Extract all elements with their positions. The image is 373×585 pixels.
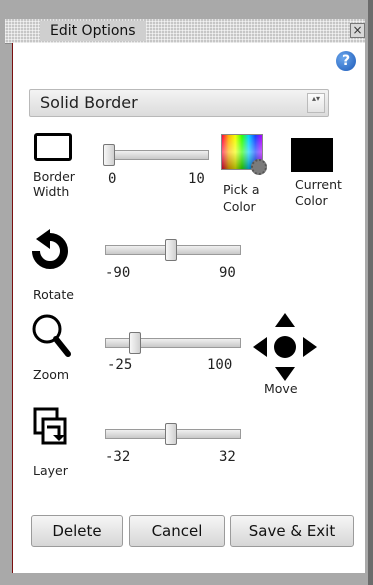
border-width-icon [34, 133, 72, 161]
pick-color-label-1: Pick a [223, 182, 260, 197]
delete-button[interactable]: Delete [31, 515, 123, 547]
layer-max: 32 [219, 449, 236, 465]
gear-icon [251, 159, 267, 175]
border-width-min: 0 [108, 171, 117, 187]
border-width-max: 10 [188, 171, 205, 187]
border-width-label-2: Width [33, 184, 70, 199]
dialog-title: Edit Options [40, 21, 146, 41]
layer-slider-thumb[interactable] [165, 423, 177, 445]
rotate-icon[interactable] [32, 229, 68, 271]
layer-label: Layer [33, 463, 68, 478]
rotate-min: -90 [105, 265, 131, 281]
rotate-max: 90 [219, 265, 236, 281]
close-button[interactable]: × [350, 23, 365, 38]
rotate-label: Rotate [33, 287, 74, 302]
rotate-slider-thumb[interactable] [165, 239, 177, 261]
layer-min: -32 [105, 449, 131, 465]
title-bar[interactable]: Edit Options × [5, 19, 365, 44]
current-color-label-2: Color [295, 193, 328, 208]
pick-color-label-2: Color [223, 199, 256, 214]
border-width-slider-thumb[interactable] [103, 144, 115, 166]
zoom-min: -25 [107, 357, 133, 373]
current-color-swatch [291, 138, 333, 172]
zoom-max: 100 [207, 357, 233, 373]
move-label: Move [264, 381, 298, 396]
border-style-value: Solid Border [40, 93, 138, 112]
zoom-label: Zoom [33, 367, 70, 382]
move-arrows-icon[interactable] [253, 313, 317, 381]
edit-options-dialog: Edit Options × ? Solid Border ▴▾ Border … [0, 0, 368, 585]
current-color-label-1: Current [295, 177, 342, 192]
cancel-button[interactable]: Cancel [129, 515, 225, 547]
select-arrows-icon: ▴▾ [307, 93, 325, 113]
magnifier-icon[interactable] [30, 312, 74, 360]
help-icon[interactable]: ? [336, 51, 356, 71]
options-panel: ? Solid Border ▴▾ Border Width 0 10 Pick… [12, 43, 365, 573]
layer-icon[interactable] [33, 407, 69, 447]
zoom-slider-thumb[interactable] [129, 332, 141, 354]
zoom-slider-track[interactable] [105, 338, 241, 348]
border-width-slider-track[interactable] [105, 150, 209, 160]
border-style-select[interactable]: Solid Border ▴▾ [29, 89, 329, 117]
border-width-label-1: Border [33, 169, 75, 184]
save-exit-button[interactable]: Save & Exit [230, 515, 354, 547]
